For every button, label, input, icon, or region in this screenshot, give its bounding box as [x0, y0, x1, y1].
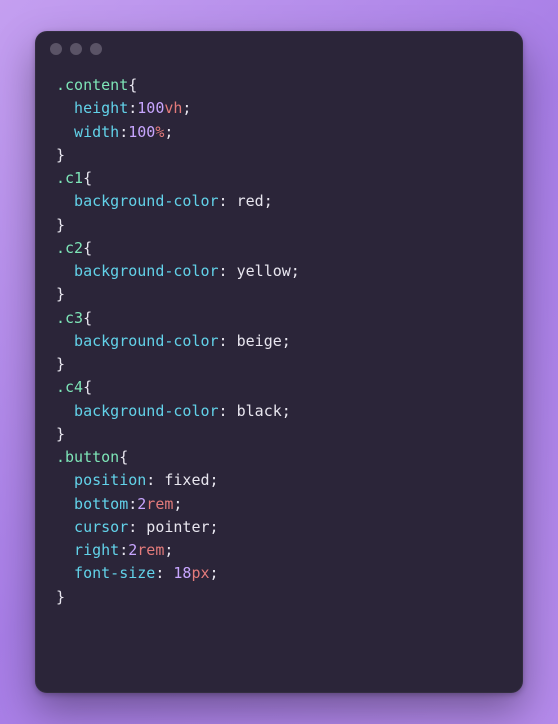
css-value: 100 [128, 123, 155, 141]
brace-close: } [56, 588, 65, 606]
css-property: width [74, 123, 119, 141]
code-line: font-size: 18px; [56, 562, 502, 585]
css-value: 18 [173, 564, 191, 582]
css-property: background-color [74, 332, 219, 350]
css-value: 2 [137, 495, 146, 513]
traffic-light-close-icon [50, 43, 62, 55]
traffic-light-minimize-icon [70, 43, 82, 55]
colon: : [119, 541, 128, 559]
code-line: position: fixed; [56, 469, 502, 492]
code-line: background-color: beige; [56, 330, 502, 353]
colon: : [128, 495, 137, 513]
code-line: right:2rem; [56, 539, 502, 562]
brace-close: } [56, 216, 65, 234]
semicolon: ; [264, 192, 273, 210]
code-line: background-color: red; [56, 190, 502, 213]
css-property: cursor [74, 518, 128, 536]
colon: : [155, 564, 173, 582]
semicolon: ; [164, 541, 173, 559]
code-line: background-color: black; [56, 400, 502, 423]
css-value: yellow [237, 262, 291, 280]
colon: : [128, 99, 137, 117]
css-selector: .button [56, 448, 119, 466]
css-value: 2 [128, 541, 137, 559]
semicolon: ; [182, 99, 191, 117]
css-selector: .c3 [56, 309, 83, 327]
code-line: .content{ [56, 74, 502, 97]
code-line: bottom:2rem; [56, 493, 502, 516]
brace-close: } [56, 425, 65, 443]
brace-open: { [128, 76, 137, 94]
semicolon: ; [210, 471, 219, 489]
code-line: .button{ [56, 446, 502, 469]
brace-close: } [56, 355, 65, 373]
code-line: width:100%; [56, 121, 502, 144]
css-selector: .c4 [56, 378, 83, 396]
brace-open: { [83, 239, 92, 257]
code-line: } [56, 423, 502, 446]
css-unit: % [155, 123, 164, 141]
css-property: position [74, 471, 146, 489]
semicolon: ; [291, 262, 300, 280]
brace-open: { [83, 309, 92, 327]
css-property: height [74, 99, 128, 117]
css-selector: .content [56, 76, 128, 94]
css-value: black [237, 402, 282, 420]
css-value: pointer [146, 518, 209, 536]
code-line: cursor: pointer; [56, 516, 502, 539]
semicolon: ; [173, 495, 182, 513]
css-property: background-color [74, 262, 219, 280]
colon: : [219, 262, 237, 280]
code-line: .c4{ [56, 376, 502, 399]
css-value: red [237, 192, 264, 210]
css-value: fixed [164, 471, 209, 489]
colon: : [128, 518, 146, 536]
brace-close: } [56, 285, 65, 303]
semicolon: ; [210, 564, 219, 582]
code-line: } [56, 214, 502, 237]
css-property: font-size [74, 564, 155, 582]
brace-close: } [56, 146, 65, 164]
brace-open: { [83, 378, 92, 396]
brace-open: { [119, 448, 128, 466]
code-line: } [56, 283, 502, 306]
window-titlebar [36, 32, 522, 66]
semicolon: ; [210, 518, 219, 536]
css-property: background-color [74, 192, 219, 210]
css-property: bottom [74, 495, 128, 513]
css-unit: rem [146, 495, 173, 513]
colon: : [119, 123, 128, 141]
semicolon: ; [164, 123, 173, 141]
semicolon: ; [282, 402, 291, 420]
code-line: .c3{ [56, 307, 502, 330]
css-unit: px [191, 564, 209, 582]
colon: : [219, 402, 237, 420]
code-line: background-color: yellow; [56, 260, 502, 283]
css-unit: vh [164, 99, 182, 117]
code-line: } [56, 144, 502, 167]
brace-open: { [83, 169, 92, 187]
colon: : [219, 192, 237, 210]
code-window: .content{height:100vh;width:100%;}.c1{ba… [35, 31, 523, 693]
code-line: } [56, 353, 502, 376]
traffic-light-zoom-icon [90, 43, 102, 55]
code-line: .c1{ [56, 167, 502, 190]
code-block: .content{height:100vh;width:100%;}.c1{ba… [36, 66, 522, 629]
semicolon: ; [282, 332, 291, 350]
css-property: background-color [74, 402, 219, 420]
css-value: beige [237, 332, 282, 350]
css-selector: .c2 [56, 239, 83, 257]
css-unit: rem [137, 541, 164, 559]
css-value: 100 [137, 99, 164, 117]
code-line: .c2{ [56, 237, 502, 260]
css-property: right [74, 541, 119, 559]
colon: : [146, 471, 164, 489]
colon: : [219, 332, 237, 350]
code-line: height:100vh; [56, 97, 502, 120]
css-selector: .c1 [56, 169, 83, 187]
code-line: } [56, 586, 502, 609]
